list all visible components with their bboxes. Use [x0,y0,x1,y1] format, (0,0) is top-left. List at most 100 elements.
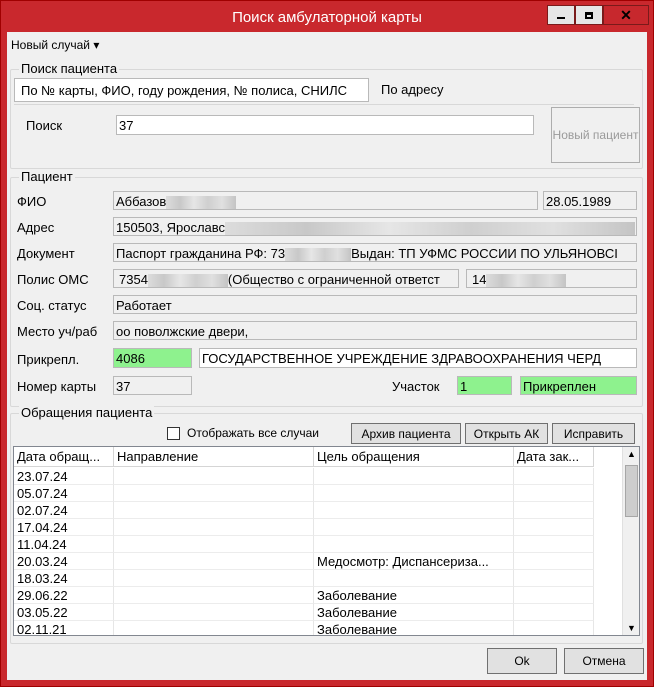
patient-group-title: Пациент [19,169,75,184]
workplace-field: оо поволжские двери, [113,321,637,340]
table-cell-closed [514,468,594,485]
archive-button[interactable]: Архив пациента [351,423,461,444]
document-field: Паспорт гражданина РФ: 73 Выдан: ТП УФМС … [113,243,637,262]
address-label: Адрес [17,220,55,235]
redacted-block [147,274,228,287]
table-row[interactable]: 11.04.24 [14,536,622,553]
table-row[interactable]: 20.03.24 Медосмотр: Диспансериза... [14,553,622,570]
table-cell-purpose: Заболевание [314,604,514,621]
table-row[interactable]: 02.11.21 Заболевание [14,621,622,635]
table-cell-purpose: Заболевание [314,621,514,635]
social-label: Соц. статус [17,298,87,313]
tab-by-card[interactable]: По № карты, ФИО, году рождения, № полиса… [14,78,369,102]
attach-code-field: 4086 [113,348,192,368]
table-cell-direction [114,587,314,604]
district-label: Участок [392,379,440,394]
dialog-client: Новый случай ▾ Поиск пациента По № карты… [7,32,647,680]
table-cell-closed [514,536,594,553]
table-cell-closed [514,570,594,587]
visits-table[interactable]: Дата обращ... Направление Цель обращения… [13,446,640,636]
document-value-a: Паспорт гражданина РФ: 73 [116,246,286,261]
policy-value-a: 7354 [119,272,148,287]
table-row[interactable]: 03.05.22 Заболевание [14,604,622,621]
minimize-icon [557,17,565,19]
table-cell-closed [514,553,594,570]
column-header-direction[interactable]: Направление [114,447,314,467]
show-all-checkbox[interactable]: Отображать все случаи [167,426,319,440]
policy-number-field: 14 [466,269,637,288]
policy-label: Полис ОМС [17,272,89,287]
district-field: 1 [457,376,512,395]
table-row[interactable]: 02.07.24 [14,502,622,519]
search-label: Поиск [26,118,63,133]
policy-value-c: 14 [472,272,487,287]
scroll-down-icon[interactable]: ▼ [627,623,636,633]
table-cell-date: 11.04.24 [14,536,114,553]
tab-by-address[interactable]: По адресу [375,78,463,102]
close-icon: ✕ [620,6,632,23]
table-cell-direction [114,502,314,519]
cancel-button[interactable]: Отмена [564,648,644,674]
fix-button[interactable]: Исправить [552,423,635,444]
maximize-button[interactable] [575,5,603,25]
table-cell-direction [114,553,314,570]
document-label: Документ [17,246,75,261]
attach-org-field: ГОСУДАРСТВЕННОЕ УЧРЕЖДЕНИЕ ЗДРАВООХРАНЕН… [199,348,637,368]
minimize-button[interactable] [547,5,575,25]
column-header-date[interactable]: Дата обращ... [14,447,114,467]
card-number-label: Номер карты [17,379,97,394]
search-input[interactable]: 37 [116,115,534,135]
attached-label: Прикрепл. [17,352,80,367]
document-value-b: Выдан: ТП УФМС РОССИИ ПО УЛЬЯНОВСІ [351,246,618,261]
table-row[interactable]: 17.04.24 [14,519,622,536]
title-bar: Поиск амбулаторной карты ✕ [1,1,653,32]
table-cell-date: 02.11.21 [14,621,114,635]
social-field: Работает [113,295,637,314]
open-card-button[interactable]: Открыть АК [465,423,548,444]
visits-group-title: Обращения пациента [19,405,155,420]
table-cell-closed [514,621,594,635]
patient-group: Пациент ФИО Аббазов 28.05.1989 Адрес 150… [10,169,643,407]
table-cell-direction [114,536,314,553]
table-cell-purpose [314,485,514,502]
new-case-menu[interactable]: Новый случай ▾ [11,38,99,52]
ok-button[interactable]: Ok [487,648,557,674]
fio-label: ФИО [17,194,47,209]
table-row[interactable]: 18.03.24 [14,570,622,587]
table-cell-purpose [314,502,514,519]
redacted-block [285,248,352,261]
table-cell-date: 05.07.24 [14,485,114,502]
policy-value-b: (Общество с ограниченной ответст [227,272,440,287]
table-cell-date: 02.07.24 [14,502,114,519]
search-group: Поиск пациента По № карты, ФИО, году рож… [10,61,643,169]
table-cell-purpose [314,570,514,587]
scroll-thumb[interactable] [625,465,638,517]
column-header-closed[interactable]: Дата зак... [514,447,594,467]
table-cell-closed [514,485,594,502]
table-cell-direction [114,485,314,502]
table-cell-purpose [314,536,514,553]
attach-status-field: Прикреплен [520,376,637,395]
close-button[interactable]: ✕ [603,5,649,25]
fio-value: Аббазов [116,194,167,209]
table-cell-purpose: Медосмотр: Диспансериза... [314,553,514,570]
table-row[interactable]: 29.06.22 Заболевание [14,587,622,604]
table-row[interactable]: 23.07.24 [14,468,622,485]
table-cell-date: 23.07.24 [14,468,114,485]
scroll-up-icon[interactable]: ▲ [627,449,636,459]
table-cell-purpose: Заболевание [314,587,514,604]
vertical-scrollbar[interactable]: ▲ ▼ [622,447,639,635]
maximize-icon [585,11,593,19]
search-group-title: Поиск пациента [19,61,120,76]
table-row[interactable]: 05.07.24 [14,485,622,502]
column-header-purpose[interactable]: Цель обращения [314,447,514,467]
table-cell-direction [114,621,314,635]
table-cell-direction [114,570,314,587]
policy-field: 7354 (Общество с ограниченной ответст [113,269,459,288]
address-field: 150503, Ярославс [113,217,637,236]
table-cell-closed [514,502,594,519]
address-value: 150503, Ярославс [116,220,226,235]
table-cell-closed [514,604,594,621]
table-cell-direction [114,468,314,485]
new-patient-button[interactable]: Новый пациент [551,107,640,163]
